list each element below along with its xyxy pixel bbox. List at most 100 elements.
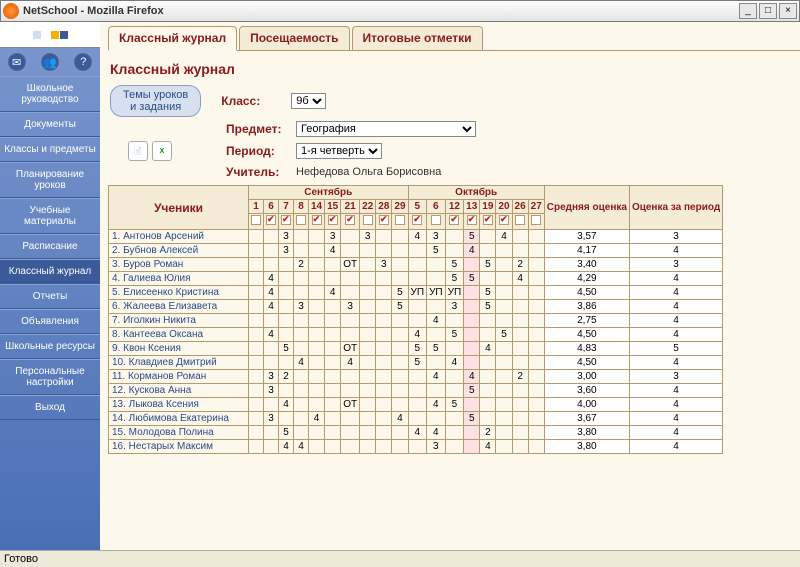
date-checkbox[interactable] bbox=[312, 215, 322, 225]
grade-cell[interactable] bbox=[528, 356, 544, 370]
grade-cell[interactable]: 5 bbox=[445, 328, 464, 342]
grade-cell[interactable] bbox=[528, 244, 544, 258]
grade-cell[interactable] bbox=[496, 384, 512, 398]
col-date[interactable]: 28 bbox=[376, 200, 392, 214]
grade-cell[interactable] bbox=[279, 412, 294, 426]
grade-cell[interactable]: 4 bbox=[427, 314, 446, 328]
grade-cell[interactable]: 4 bbox=[427, 426, 446, 440]
student-name[interactable]: 7. Иголкин Никита bbox=[109, 314, 249, 328]
grade-cell[interactable] bbox=[360, 272, 376, 286]
topics-button[interactable]: Темы уроков и задания bbox=[110, 85, 201, 117]
grade-cell[interactable] bbox=[279, 384, 294, 398]
date-checkbox[interactable] bbox=[431, 215, 441, 225]
print-icon[interactable]: 📄 bbox=[128, 141, 148, 161]
grade-cell[interactable]: 4 bbox=[408, 426, 427, 440]
grade-cell[interactable] bbox=[325, 328, 341, 342]
grade-cell[interactable] bbox=[480, 244, 496, 258]
student-name[interactable]: 15. Молодова Полина bbox=[109, 426, 249, 440]
grade-cell[interactable] bbox=[294, 286, 309, 300]
date-checkbox[interactable] bbox=[328, 215, 338, 225]
grade-cell[interactable] bbox=[464, 398, 480, 412]
tab[interactable]: Посещаемость bbox=[239, 26, 349, 50]
tab[interactable]: Классный журнал bbox=[108, 26, 237, 51]
grade-cell[interactable] bbox=[427, 300, 446, 314]
grade-cell[interactable] bbox=[496, 314, 512, 328]
student-name[interactable]: 12. Кускова Анна bbox=[109, 384, 249, 398]
grade-cell[interactable]: 3 bbox=[279, 230, 294, 244]
grade-cell[interactable]: 4 bbox=[480, 342, 496, 356]
grade-cell[interactable]: 5 bbox=[427, 244, 446, 258]
grade-cell[interactable]: 3 bbox=[427, 440, 446, 454]
grade-cell[interactable] bbox=[392, 426, 408, 440]
grade-cell[interactable] bbox=[445, 230, 464, 244]
grade-cell[interactable] bbox=[496, 286, 512, 300]
date-checkbox[interactable] bbox=[395, 215, 405, 225]
grade-cell[interactable] bbox=[496, 370, 512, 384]
grade-cell[interactable] bbox=[528, 300, 544, 314]
col-date[interactable]: 13 bbox=[464, 200, 480, 214]
grade-cell[interactable] bbox=[294, 314, 309, 328]
excel-icon[interactable]: X bbox=[152, 141, 172, 161]
grade-cell[interactable] bbox=[528, 426, 544, 440]
grade-cell[interactable] bbox=[427, 412, 446, 426]
users-icon[interactable]: 👥 bbox=[40, 52, 60, 72]
grade-cell[interactable] bbox=[445, 244, 464, 258]
sidebar-item[interactable]: Расписание bbox=[0, 234, 100, 259]
grade-cell[interactable]: 4 bbox=[294, 440, 309, 454]
sidebar-item[interactable]: Объявления bbox=[0, 309, 100, 334]
grade-cell[interactable] bbox=[309, 384, 325, 398]
grade-cell[interactable]: 4 bbox=[408, 328, 427, 342]
sidebar-item[interactable]: Учебные материалы bbox=[0, 198, 100, 234]
grade-cell[interactable] bbox=[341, 230, 360, 244]
col-date[interactable]: 19 bbox=[480, 200, 496, 214]
grade-cell[interactable]: 4 bbox=[464, 244, 480, 258]
grade-cell[interactable] bbox=[392, 244, 408, 258]
grade-cell[interactable] bbox=[325, 272, 341, 286]
grade-cell[interactable] bbox=[249, 300, 264, 314]
grade-cell[interactable]: 3 bbox=[264, 384, 279, 398]
grade-cell[interactable] bbox=[528, 398, 544, 412]
grade-cell[interactable] bbox=[512, 300, 528, 314]
sidebar-item[interactable]: Школьное руководство bbox=[0, 76, 100, 112]
grade-cell[interactable]: 3 bbox=[294, 300, 309, 314]
grade-cell[interactable]: 4 bbox=[427, 398, 446, 412]
grade-cell[interactable]: УП bbox=[427, 286, 446, 300]
grade-cell[interactable] bbox=[309, 342, 325, 356]
grade-cell[interactable] bbox=[360, 398, 376, 412]
grade-cell[interactable] bbox=[249, 356, 264, 370]
col-date[interactable]: 20 bbox=[496, 200, 512, 214]
grade-cell[interactable] bbox=[376, 426, 392, 440]
grade-cell[interactable]: 2 bbox=[512, 258, 528, 272]
student-name[interactable]: 6. Жалеева Елизавета bbox=[109, 300, 249, 314]
grade-cell[interactable] bbox=[309, 300, 325, 314]
grade-cell[interactable] bbox=[341, 244, 360, 258]
col-date[interactable]: 8 bbox=[294, 200, 309, 214]
sidebar-item[interactable]: Персональные настройки bbox=[0, 359, 100, 395]
grade-cell[interactable] bbox=[445, 314, 464, 328]
grade-cell[interactable] bbox=[408, 300, 427, 314]
grade-cell[interactable] bbox=[376, 440, 392, 454]
grade-cell[interactable] bbox=[360, 300, 376, 314]
grade-cell[interactable] bbox=[480, 398, 496, 412]
grade-cell[interactable] bbox=[360, 356, 376, 370]
grade-cell[interactable] bbox=[360, 286, 376, 300]
grade-cell[interactable] bbox=[496, 412, 512, 426]
col-date[interactable]: 12 bbox=[445, 200, 464, 214]
grade-cell[interactable] bbox=[496, 258, 512, 272]
grade-cell[interactable] bbox=[309, 314, 325, 328]
mail-icon[interactable]: ✉ bbox=[7, 52, 27, 72]
date-checkbox[interactable] bbox=[499, 215, 509, 225]
grade-cell[interactable] bbox=[264, 356, 279, 370]
student-name[interactable]: 9. Квон Ксения bbox=[109, 342, 249, 356]
grade-cell[interactable] bbox=[249, 314, 264, 328]
grade-cell[interactable] bbox=[309, 356, 325, 370]
grade-cell[interactable]: 4 bbox=[279, 440, 294, 454]
grade-cell[interactable] bbox=[408, 244, 427, 258]
grade-cell[interactable]: 5 bbox=[464, 272, 480, 286]
grade-cell[interactable]: 2 bbox=[294, 258, 309, 272]
grade-cell[interactable] bbox=[249, 230, 264, 244]
grade-cell[interactable] bbox=[496, 398, 512, 412]
grade-cell[interactable]: 5 bbox=[279, 426, 294, 440]
grade-cell[interactable] bbox=[264, 230, 279, 244]
grade-cell[interactable] bbox=[325, 356, 341, 370]
